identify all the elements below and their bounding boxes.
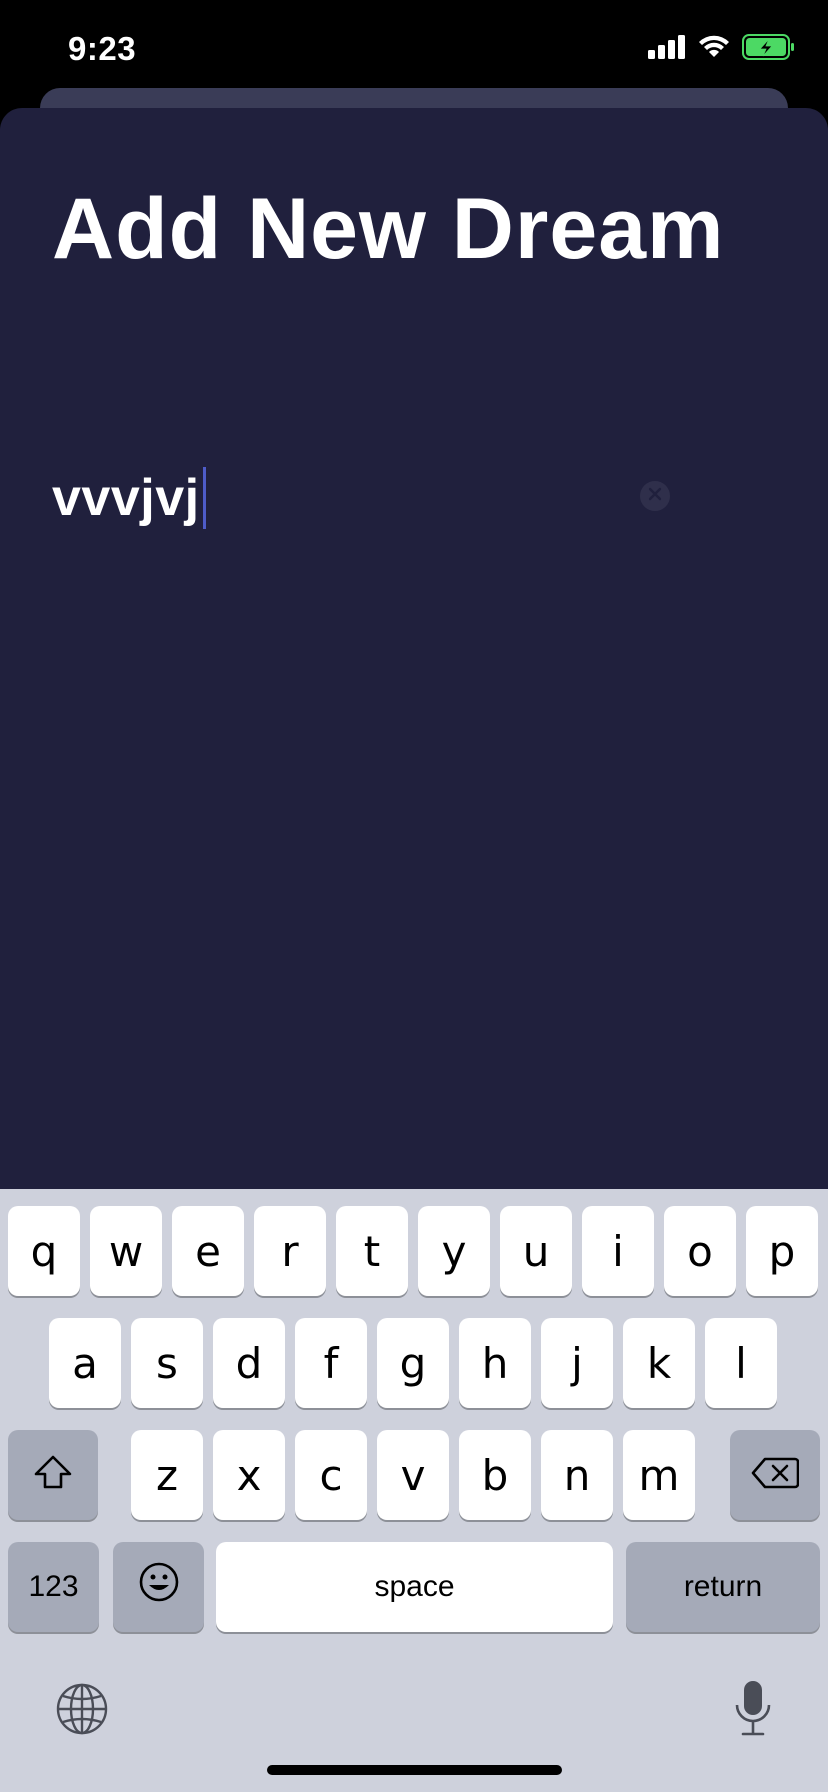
key-l[interactable]: l [705,1318,777,1408]
cellular-signal-icon [648,35,686,59]
key-i[interactable]: i [582,1206,654,1296]
key-e[interactable]: e [172,1206,244,1296]
key-j[interactable]: j [541,1318,613,1408]
delete-icon [751,1451,800,1500]
key-a[interactable]: a [49,1318,121,1408]
key-v[interactable]: v [377,1430,449,1520]
status-icons [648,34,796,60]
return-key[interactable]: return [626,1542,820,1632]
text-caret [202,467,206,529]
status-time: 9:23 [68,30,137,67]
globe-icon[interactable] [55,1682,109,1741]
emoji-key[interactable] [113,1542,204,1632]
key-n[interactable]: n [541,1430,613,1520]
key-b[interactable]: b [459,1430,531,1520]
clear-input-button[interactable] [640,481,670,511]
microphone-icon[interactable] [733,1679,773,1744]
key-q[interactable]: q [8,1206,80,1296]
key-h[interactable]: h [459,1318,531,1408]
page-title: Add New Dream [52,181,725,277]
emoji-icon [138,1561,180,1613]
status-bar: 9:23 [0,0,828,100]
delete-key[interactable] [730,1430,820,1520]
shift-key[interactable] [8,1430,98,1520]
key-u[interactable]: u [500,1206,572,1296]
dream-input-value: vvvjvj [52,469,200,527]
wifi-icon [698,35,730,59]
numbers-key[interactable]: 123 [8,1542,99,1632]
key-y[interactable]: y [418,1206,490,1296]
key-k[interactable]: k [623,1318,695,1408]
dream-input[interactable]: vvvjvj [52,458,672,538]
battery-charging-icon [742,34,796,60]
key-x[interactable]: x [213,1430,285,1520]
keyboard: q w e r t y u i o p a s d f g h j k l z … [0,1189,828,1792]
key-p[interactable]: p [746,1206,818,1296]
key-w[interactable]: w [90,1206,162,1296]
screen: 9:23 Add New Dream vvvjvj q w e r t y u … [0,0,828,1792]
key-r[interactable]: r [254,1206,326,1296]
home-indicator [267,1765,562,1775]
clear-icon [648,487,662,506]
key-c[interactable]: c [295,1430,367,1520]
key-z[interactable]: z [131,1430,203,1520]
space-key[interactable]: space [216,1542,613,1632]
key-g[interactable]: g [377,1318,449,1408]
key-s[interactable]: s [131,1318,203,1408]
key-m[interactable]: m [623,1430,695,1520]
key-f[interactable]: f [295,1318,367,1408]
shift-icon [33,1451,73,1500]
key-t[interactable]: t [336,1206,408,1296]
key-d[interactable]: d [213,1318,285,1408]
key-o[interactable]: o [664,1206,736,1296]
